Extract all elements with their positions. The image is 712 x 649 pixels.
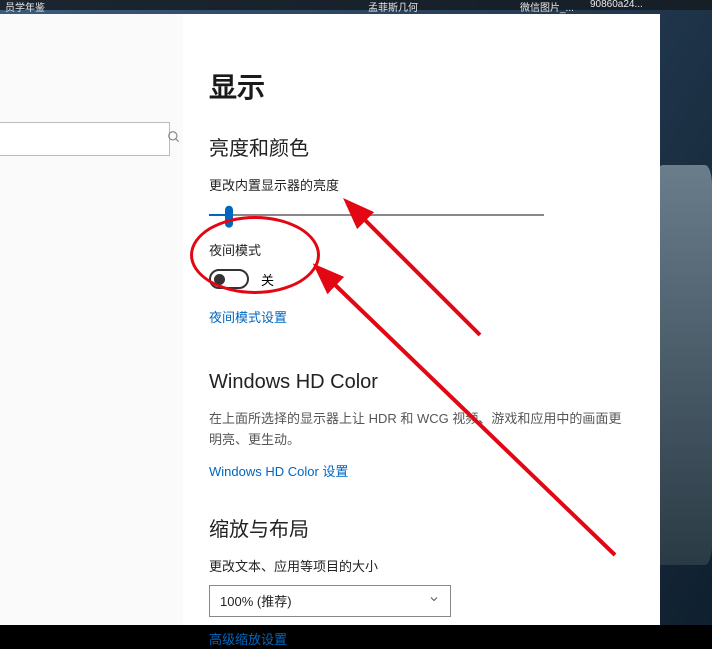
desktop-taskbar: 员学年鉴 孟菲斯几何 微信图片_... 90860a24... — [0, 0, 712, 10]
nightlight-toggle[interactable] — [209, 269, 249, 289]
hdcolor-section-heading: Windows HD Color — [209, 371, 634, 394]
scale-dropdown[interactable]: 100% (推荐) — [209, 585, 451, 617]
scale-section-heading: 缩放与布局 — [209, 513, 634, 542]
settings-main: 显示 亮度和颜色 更改内置显示器的亮度 夜间模式 关 夜间模式设置 Window… — [183, 14, 660, 625]
nightlight-label: 夜间模式 — [209, 240, 634, 259]
taskbar-item[interactable]: 孟菲斯几何 — [368, 0, 418, 14]
chevron-down-icon — [428, 593, 440, 608]
hdcolor-settings-link[interactable]: Windows HD Color 设置 — [209, 461, 348, 480]
advanced-scale-link[interactable]: 高级缩放设置 — [209, 629, 287, 648]
page-title: 显示 — [209, 66, 634, 106]
settings-sidebar — [0, 14, 183, 625]
brightness-section-heading: 亮度和颜色 — [209, 132, 634, 161]
scale-label: 更改文本、应用等项目的大小 — [209, 556, 634, 575]
brightness-slider[interactable] — [209, 204, 544, 228]
search-input[interactable] — [0, 122, 170, 156]
search-field[interactable] — [0, 132, 167, 147]
scale-dropdown-value: 100% (推荐) — [220, 591, 292, 610]
nightlight-settings-link[interactable]: 夜间模式设置 — [209, 307, 287, 326]
nightlight-state: 关 — [261, 270, 274, 289]
settings-window: 显示 亮度和颜色 更改内置显示器的亮度 夜间模式 关 夜间模式设置 Window… — [0, 14, 660, 625]
slider-thumb[interactable] — [225, 206, 233, 228]
brightness-label: 更改内置显示器的亮度 — [209, 175, 634, 194]
taskbar-item[interactable]: 员学年鉴 — [5, 0, 45, 14]
taskbar-item[interactable]: 90860a24... — [590, 0, 643, 10]
hdcolor-description: 在上面所选择的显示器上让 HDR 和 WCG 视频、游戏和应用中的画面更明亮、更… — [209, 408, 634, 451]
taskbar-item[interactable]: 微信图片_... — [520, 0, 574, 14]
search-icon — [167, 130, 181, 149]
